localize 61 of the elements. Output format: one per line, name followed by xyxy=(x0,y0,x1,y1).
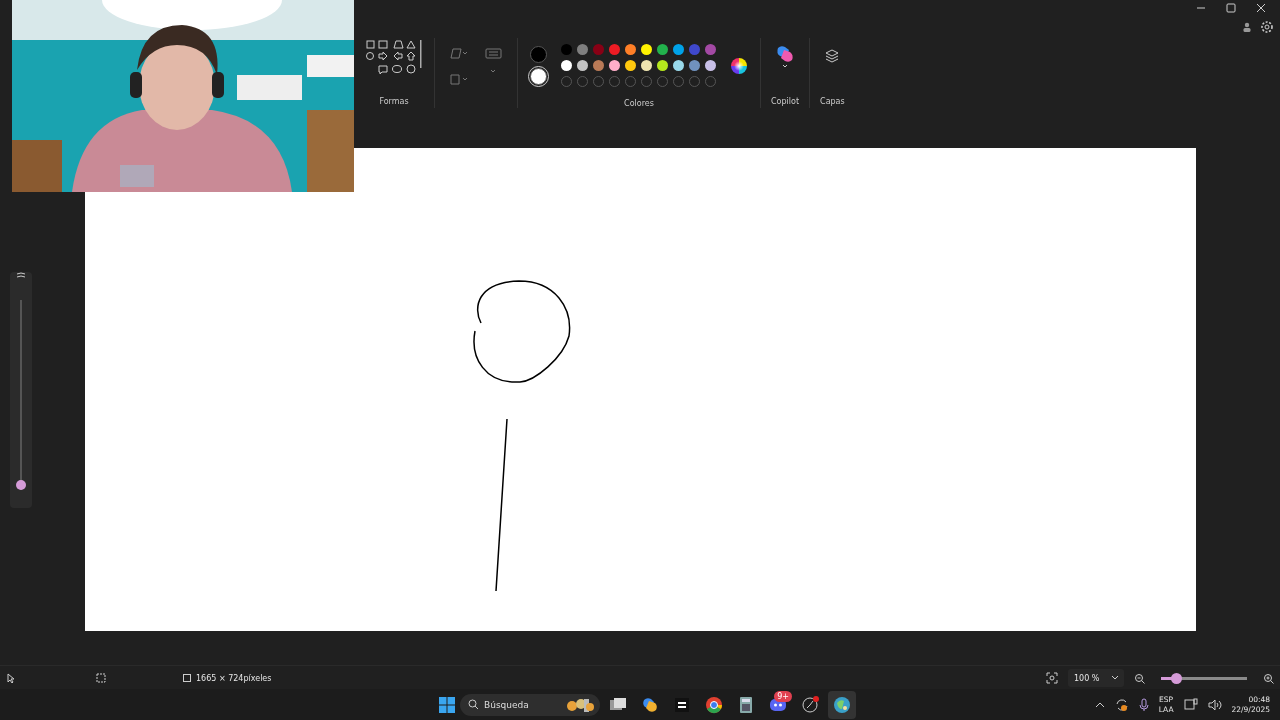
color-swatch[interactable] xyxy=(705,44,716,55)
color-swatch[interactable] xyxy=(673,44,684,55)
copilot-icon[interactable] xyxy=(775,44,795,68)
fit-to-window-icon[interactable] xyxy=(1046,672,1058,684)
group-label: Colores xyxy=(624,99,654,108)
canvas-size-icon xyxy=(183,674,191,682)
color-swatch[interactable] xyxy=(593,44,604,55)
color-swatch[interactable] xyxy=(561,44,572,55)
color-swatch[interactable] xyxy=(609,60,620,71)
zoom-dropdown[interactable]: 100 % xyxy=(1068,669,1124,687)
paint-app-icon xyxy=(832,694,852,715)
color-swatch[interactable] xyxy=(689,44,700,55)
zoom-in-icon[interactable] xyxy=(1263,672,1274,684)
taskbar-app[interactable]: 9+ xyxy=(764,690,792,719)
color-swatch[interactable] xyxy=(561,60,572,71)
caret-icon xyxy=(1112,676,1118,680)
color-swatch[interactable] xyxy=(673,60,684,71)
color-swatch[interactable] xyxy=(577,60,588,71)
color-swatch[interactable] xyxy=(641,60,652,71)
color-swatch[interactable] xyxy=(657,44,668,55)
group-label: Formas xyxy=(379,97,409,106)
notification-badge: 9+ xyxy=(774,690,792,702)
settings-icon[interactable] xyxy=(1260,20,1274,34)
close-icon[interactable] xyxy=(1254,1,1268,15)
taskbar-app[interactable] xyxy=(828,690,856,719)
windows-start-icon[interactable] xyxy=(438,695,456,714)
sync-icon[interactable] xyxy=(1114,697,1129,712)
search-icon xyxy=(468,698,479,710)
color-swatch[interactable] xyxy=(625,44,636,55)
current-color[interactable] xyxy=(530,46,547,63)
color-swatch[interactable] xyxy=(689,60,700,71)
microphone-icon[interactable] xyxy=(1138,697,1149,712)
current-color[interactable] xyxy=(530,68,547,85)
layers-icon[interactable] xyxy=(824,48,841,64)
canvas-size: 1665 × 724píxeles xyxy=(196,673,272,683)
volume-icon[interactable] xyxy=(1207,697,1222,712)
browser-icon xyxy=(704,694,724,715)
color-swatch[interactable] xyxy=(593,60,604,71)
color-swatch[interactable] xyxy=(705,60,716,71)
zoom-out-icon[interactable] xyxy=(1134,672,1145,684)
clock-icon xyxy=(800,694,820,715)
color-swatch[interactable] xyxy=(609,44,620,55)
pointer-icon[interactable] xyxy=(6,673,16,683)
color-swatch[interactable] xyxy=(577,44,588,55)
brush-size-icon xyxy=(16,272,26,280)
color-swatch[interactable] xyxy=(625,60,636,71)
person-icon[interactable] xyxy=(1242,22,1252,32)
chevron-up-icon[interactable] xyxy=(1094,700,1105,709)
color-wheel-icon[interactable] xyxy=(730,56,748,75)
network-icon[interactable] xyxy=(1183,697,1198,712)
selection-icon xyxy=(96,673,106,683)
slider-thumb[interactable] xyxy=(16,480,26,490)
color-swatch[interactable] xyxy=(641,44,652,55)
drawing-canvas[interactable] xyxy=(85,148,1196,631)
brush-size-slider[interactable] xyxy=(10,272,32,508)
maximize-icon[interactable] xyxy=(1224,1,1238,15)
color-swatch[interactable] xyxy=(657,60,668,71)
group-label: Capas xyxy=(820,97,845,106)
group-label: Copilot xyxy=(771,97,800,106)
slider-thumb[interactable] xyxy=(1171,672,1183,684)
search-field[interactable]: Búsqueda xyxy=(460,693,600,716)
